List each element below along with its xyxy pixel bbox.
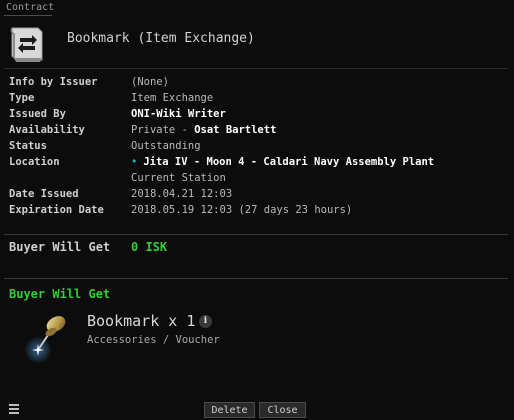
info-row-availability: Availability Private - Osat Bartlett <box>9 122 489 138</box>
info-label: Expiration Date <box>9 204 104 216</box>
info-label: Issued By <box>9 108 66 120</box>
info-row-expiration: Expiration Date 2018.05.19 12:03 (27 day… <box>9 202 489 218</box>
info-row-type: Type Item Exchange <box>9 90 489 106</box>
divider <box>4 278 508 279</box>
info-label: Status <box>9 140 47 152</box>
divider <box>4 234 508 235</box>
info-label: Date Issued <box>9 188 79 200</box>
info-label: Location <box>9 156 60 168</box>
show-info-icon[interactable]: i <box>199 315 212 328</box>
availability-character-link[interactable]: Osat Bartlett <box>194 124 276 136</box>
availability-prefix: Private - <box>131 124 195 136</box>
info-row-issued-by: Issued By ONI-Wiki Writer <box>9 106 489 122</box>
info-value: Private - Osat Bartlett <box>131 122 276 138</box>
info-row-location-sub: Current Station <box>9 170 489 186</box>
issuer-link[interactable]: ONI-Wiki Writer <box>131 106 226 122</box>
info-value: • Jita IV - Moon 4 - Caldari Navy Assembl… <box>131 154 434 170</box>
location-link[interactable]: Jita IV - Moon 4 - Caldari Navy Assembly… <box>143 156 434 168</box>
contract-title: Bookmark (Item Exchange) <box>67 31 255 46</box>
info-value: 2018.04.21 12:03 <box>131 188 233 200</box>
info-row-location: Location • Jita IV - Moon 4 - Caldari Nav… <box>9 154 489 170</box>
location-subvalue: Current Station <box>131 172 226 184</box>
item-category: Accessories / Voucher <box>87 334 220 346</box>
info-value: Item Exchange <box>131 92 214 104</box>
bookmark-pin-icon[interactable] <box>16 308 76 368</box>
buyer-summary-label: Buyer Will Get <box>9 240 111 254</box>
info-row-issuer-info: Info by Issuer (None) <box>9 74 489 90</box>
window-title: Contract <box>6 2 55 13</box>
buyer-summary-value: 0 ISK <box>131 240 168 254</box>
item-name[interactable]: Bookmark x 1 <box>87 312 195 330</box>
hamburger-menu-icon[interactable] <box>9 404 21 416</box>
delete-button[interactable]: Delete <box>204 402 255 418</box>
info-label: Info by Issuer <box>9 76 98 88</box>
divider <box>4 68 508 69</box>
buyer-section-title: Buyer Will Get <box>9 287 111 301</box>
info-label: Availability <box>9 124 85 136</box>
close-button[interactable]: Close <box>259 402 306 418</box>
info-value: Outstanding <box>131 140 201 152</box>
title-underline <box>4 15 52 16</box>
info-value: (None) <box>131 76 169 88</box>
contract-exchange-icon <box>10 27 43 62</box>
info-label: Type <box>9 92 35 104</box>
security-dot-icon: • <box>131 156 138 168</box>
info-row-date-issued: Date Issued 2018.04.21 12:03 <box>9 186 489 202</box>
info-row-status: Status Outstanding <box>9 138 489 154</box>
window-title-bar: Contract <box>0 0 514 16</box>
info-value: 2018.05.19 12:03 (27 days 23 hours) <box>131 204 353 216</box>
